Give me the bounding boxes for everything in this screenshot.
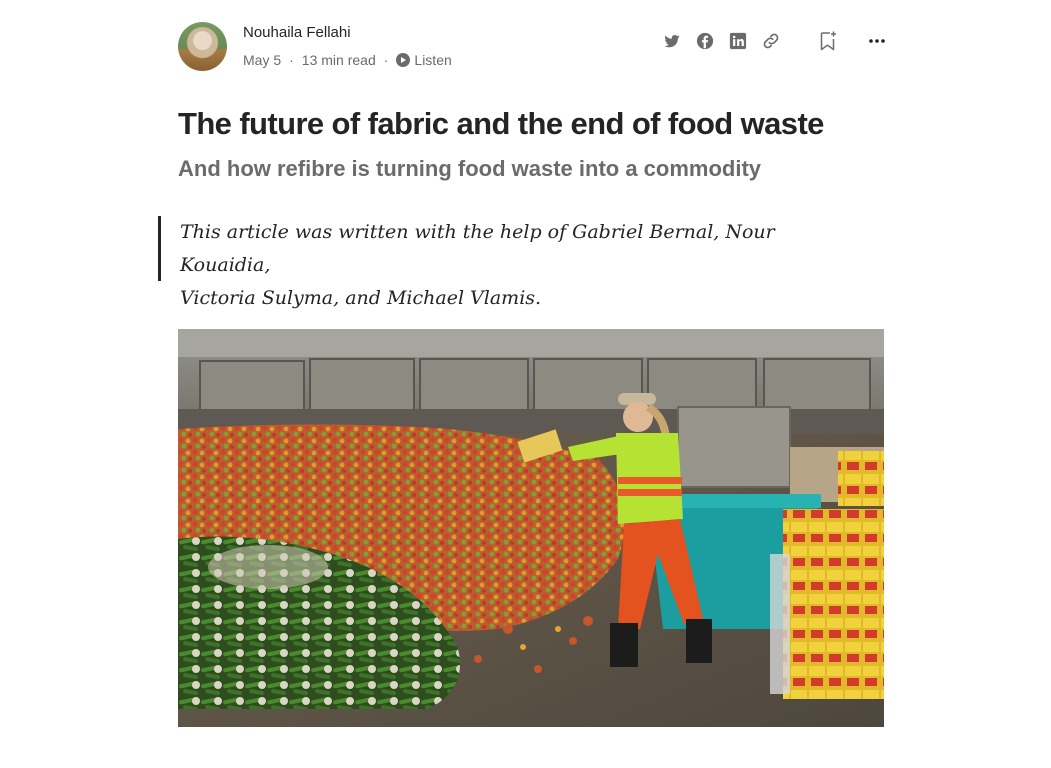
share-actions bbox=[650, 30, 888, 52]
article-title: The future of fabric and the end of food… bbox=[178, 106, 824, 141]
more-icon[interactable] bbox=[866, 30, 888, 52]
article-subtitle: And how refibre is turning food waste in… bbox=[178, 156, 762, 181]
linkedin-icon[interactable] bbox=[727, 30, 749, 52]
quote-line: Victoria Sulyma, and Michael Vlamis. bbox=[180, 287, 542, 309]
twitter-icon[interactable] bbox=[661, 30, 683, 52]
publish-date: May 5 bbox=[243, 52, 282, 68]
meta-separator: · bbox=[289, 52, 294, 68]
article-meta: May 5 · 13 min read · Listen bbox=[243, 52, 452, 68]
link-icon[interactable] bbox=[760, 30, 782, 52]
facebook-icon[interactable] bbox=[694, 30, 716, 52]
quote-line: This article was written with the help o… bbox=[180, 221, 775, 276]
bookmark-icon[interactable] bbox=[817, 30, 839, 52]
read-time: 13 min read bbox=[301, 52, 376, 68]
avatar[interactable] bbox=[178, 22, 227, 71]
meta-separator: · bbox=[383, 52, 389, 68]
listen-label: Listen bbox=[414, 52, 452, 68]
listen-button[interactable]: Listen bbox=[396, 52, 452, 68]
author-name[interactable]: Nouhaila Fellahi bbox=[243, 24, 351, 41]
article-blockquote: This article was written with the help o… bbox=[158, 216, 858, 309]
article-header: Nouhaila Fellahi May 5 · 13 min read · L… bbox=[178, 20, 888, 76]
hero-image bbox=[178, 329, 884, 727]
play-icon bbox=[396, 53, 411, 67]
